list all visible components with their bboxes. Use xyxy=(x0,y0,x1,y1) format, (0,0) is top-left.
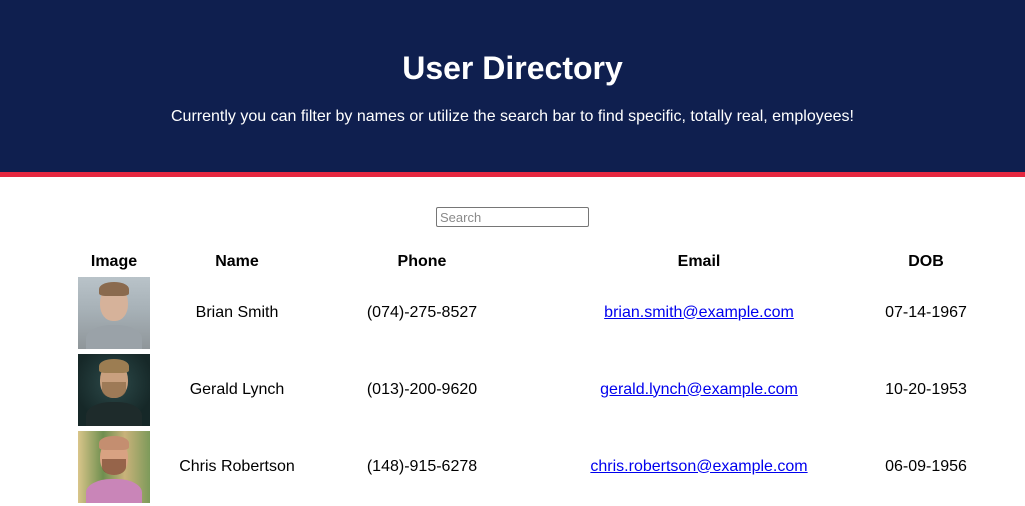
dob-cell: 10-20-1953 xyxy=(885,380,967,398)
image-cell xyxy=(77,275,151,350)
column-header-phone[interactable]: Phone xyxy=(323,251,521,273)
phone-cell: (013)-200-9620 xyxy=(366,380,478,398)
phone-cell: (074)-275-8527 xyxy=(366,303,478,321)
table-row: Gerald Lynch (013)-200-9620 gerald.lynch… xyxy=(77,352,975,427)
name-cell: Gerald Lynch xyxy=(189,380,285,398)
page-header: User Directory Currently you can filter … xyxy=(0,0,1025,172)
name-cell: Chris Robertson xyxy=(179,457,295,475)
avatar xyxy=(78,276,150,349)
avatar xyxy=(78,353,150,426)
column-header-name[interactable]: Name xyxy=(153,251,321,273)
column-header-dob[interactable]: DOB xyxy=(877,251,975,273)
column-header-image[interactable]: Image xyxy=(77,251,151,273)
email-link[interactable]: gerald.lynch@example.com xyxy=(600,381,798,398)
email-cell: gerald.lynch@example.com xyxy=(523,352,875,427)
table-row: Chris Robertson (148)-915-6278 chris.rob… xyxy=(77,429,975,504)
user-table: Image Name Phone Email DOB Brian Smith (… xyxy=(75,249,977,506)
dob-cell: 06-09-1956 xyxy=(885,457,967,475)
header-accent-bar xyxy=(0,172,1025,177)
image-cell xyxy=(77,352,151,427)
email-cell: chris.robertson@example.com xyxy=(523,429,875,504)
image-cell xyxy=(77,429,151,504)
email-cell: brian.smith@example.com xyxy=(523,275,875,350)
page-subtitle: Currently you can filter by names or uti… xyxy=(171,108,854,125)
table-row: Brian Smith (074)-275-8527 brian.smith@e… xyxy=(77,275,975,350)
search-input[interactable] xyxy=(436,207,589,227)
phone-cell: (148)-915-6278 xyxy=(366,457,478,475)
column-header-email[interactable]: Email xyxy=(523,251,875,273)
email-link[interactable]: chris.robertson@example.com xyxy=(590,458,807,475)
email-link[interactable]: brian.smith@example.com xyxy=(604,304,794,321)
page-title: User Directory xyxy=(402,50,623,86)
dob-cell: 07-14-1967 xyxy=(885,303,967,321)
name-cell: Brian Smith xyxy=(195,303,279,321)
table-header-row: Image Name Phone Email DOB xyxy=(77,251,975,273)
